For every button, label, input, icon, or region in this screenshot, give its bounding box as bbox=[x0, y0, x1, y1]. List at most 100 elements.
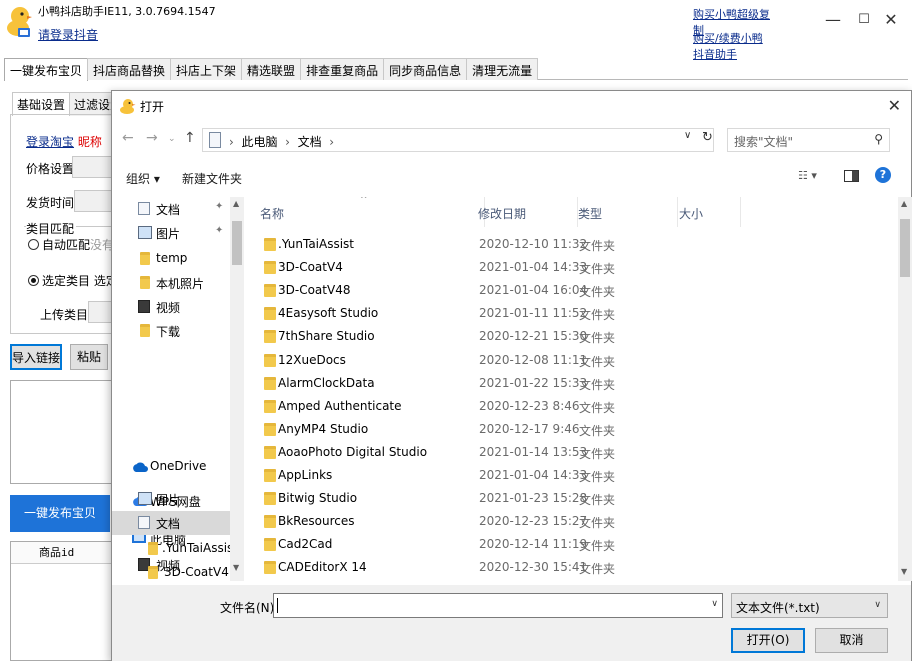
file-row[interactable]: 3D-CoatV4 2021-01-04 14:33 文件夹 bbox=[248, 256, 898, 279]
back-arrow-icon[interactable]: ← bbox=[122, 130, 134, 146]
maximize-icon[interactable]: ☐ bbox=[853, 10, 875, 30]
preview-pane-icon[interactable] bbox=[844, 170, 859, 182]
column-name[interactable]: 名称 bbox=[260, 197, 485, 227]
file-row[interactable]: 4Easysoft Studio 2021-01-11 11:52 文件夹 bbox=[248, 302, 898, 325]
tab-shelf[interactable]: 抖店上下架 bbox=[170, 58, 243, 80]
folder-icon bbox=[264, 492, 276, 506]
file-row[interactable]: BkResources 2020-12-23 15:27 文件夹 bbox=[248, 510, 898, 533]
nav-item-local-photos[interactable]: 本机照片 bbox=[112, 271, 230, 295]
view-options-icon[interactable]: ☷ ▾ bbox=[798, 169, 817, 182]
scroll-up-icon[interactable]: ▲ bbox=[901, 199, 907, 208]
login-taobao-link[interactable]: 登录淘宝 bbox=[26, 135, 74, 149]
pin-icon[interactable]: ✦ bbox=[215, 225, 223, 236]
filename-input[interactable]: ∨ bbox=[273, 593, 723, 618]
file-row[interactable]: CADEditorX 14 2020-12-30 15:41 文件夹 bbox=[248, 556, 898, 579]
document-icon bbox=[138, 202, 150, 215]
folder-icon bbox=[148, 566, 158, 579]
organize-button[interactable]: 组织 ▾ bbox=[126, 170, 160, 187]
file-type: 文件夹 bbox=[579, 331, 616, 346]
nav-scrollbar[interactable]: ▲ bbox=[230, 197, 244, 487]
file-name: Cad2Cad bbox=[278, 537, 333, 552]
file-row[interactable]: AlarmClockData 2021-01-22 15:33 文件夹 bbox=[248, 372, 898, 395]
price-input[interactable] bbox=[72, 156, 114, 178]
radio-select-icon[interactable] bbox=[28, 275, 39, 286]
help-icon[interactable]: ? bbox=[875, 167, 891, 183]
tab-clean[interactable]: 清理无流量 bbox=[466, 58, 539, 80]
filetype-select[interactable]: 文本文件(*.txt) ∨ bbox=[731, 593, 888, 618]
file-row[interactable]: AppLinks 2021-01-04 14:33 文件夹 bbox=[248, 464, 898, 487]
ship-time-input[interactable] bbox=[74, 190, 114, 212]
breadcrumb-documents[interactable]: 文档 bbox=[298, 135, 322, 149]
import-link-button[interactable]: 导入链接 bbox=[10, 344, 62, 370]
address-bar[interactable]: › 此电脑 › 文档 › bbox=[202, 128, 714, 152]
nav-item-downloads[interactable]: 下载 bbox=[112, 319, 230, 343]
file-row[interactable]: .YunTaiAssist 2020-12-10 11:32 文件夹 bbox=[248, 233, 898, 256]
file-row[interactable]: Amped Authenticate 2020-12-23 8:46 文件夹 bbox=[248, 395, 898, 418]
scroll-down-icon[interactable]: ▼ bbox=[233, 563, 239, 572]
file-row[interactable]: Bitwig Studio 2021-01-23 15:28 文件夹 bbox=[248, 487, 898, 510]
publish-button[interactable]: 一键发布宝贝 bbox=[10, 495, 110, 532]
folder-icon bbox=[148, 542, 158, 555]
tab-duplicates[interactable]: 排查重复商品 bbox=[300, 58, 385, 80]
app-window: 小鸭抖店助手IE11, 3.0.7694.1547 请登录抖音 购买小鸭超级复制… bbox=[0, 0, 912, 661]
radio-auto-icon[interactable] bbox=[28, 239, 39, 250]
login-douyin-link[interactable]: 请登录抖音 bbox=[38, 26, 98, 43]
scroll-down-icon[interactable]: ▼ bbox=[901, 567, 907, 576]
nav-scroll-thumb[interactable] bbox=[232, 221, 242, 265]
links-textarea[interactable] bbox=[10, 380, 114, 484]
nav-item-documents[interactable]: 文档 ✦ bbox=[112, 197, 230, 221]
dialog-close-icon[interactable]: ✕ bbox=[888, 96, 901, 115]
search-input[interactable]: 搜索"文档" ⚲ bbox=[727, 128, 890, 152]
file-scroll-thumb[interactable] bbox=[900, 219, 910, 277]
nav-item-videos[interactable]: 视频 bbox=[112, 295, 230, 319]
nav-item-pc-pictures[interactable]: 图片 bbox=[112, 487, 230, 511]
up-arrow-icon[interactable]: ↑ bbox=[184, 130, 196, 146]
nav-item-pc-documents[interactable]: 文档 bbox=[112, 511, 230, 535]
paste-button[interactable]: 粘贴 bbox=[70, 344, 108, 370]
tab-publish[interactable]: 一键发布宝贝 bbox=[4, 58, 89, 81]
file-row[interactable]: AnyMP4 Studio 2020-12-17 9:46 文件夹 bbox=[248, 418, 898, 441]
file-row[interactable]: 3D-CoatV48 2021-01-04 16:04 文件夹 bbox=[248, 279, 898, 302]
search-icon[interactable]: ⚲ bbox=[874, 132, 883, 146]
filetype-dropdown-icon[interactable]: ∨ bbox=[874, 600, 881, 610]
file-row[interactable]: 7thShare Studio 2020-12-21 15:30 文件夹 bbox=[248, 325, 898, 348]
recent-dropdown-icon[interactable]: ⌄ bbox=[168, 134, 176, 144]
picture-icon bbox=[138, 492, 152, 505]
tab-alliance[interactable]: 精选联盟 bbox=[241, 58, 302, 80]
close-icon[interactable]: ✕ bbox=[880, 10, 902, 30]
breadcrumb-this-pc[interactable]: 此电脑 bbox=[241, 135, 277, 149]
tab-basic-settings[interactable]: 基础设置 bbox=[12, 92, 71, 116]
file-row[interactable]: Cad2Cad 2020-12-14 11:19 文件夹 bbox=[248, 533, 898, 556]
new-folder-button[interactable]: 新建文件夹 bbox=[182, 170, 242, 187]
column-date[interactable]: 修改日期 bbox=[478, 197, 578, 227]
pin-icon[interactable]: ✦ bbox=[215, 201, 223, 212]
file-scrollbar[interactable]: ▲ ▼ bbox=[898, 197, 912, 581]
file-row[interactable]: AoaoPhoto Digital Studio 2021-01-14 13:53… bbox=[248, 441, 898, 464]
minimize-icon[interactable]: — bbox=[822, 10, 844, 30]
address-dropdown-icon[interactable]: ∨ bbox=[684, 130, 691, 141]
file-row[interactable]: 12XueDocs 2020-12-08 11:11 文件夹 bbox=[248, 349, 898, 372]
open-button[interactable]: 打开(O) bbox=[731, 628, 805, 653]
file-row-partial[interactable] bbox=[248, 580, 898, 582]
forward-arrow-icon[interactable]: → bbox=[146, 130, 158, 146]
nav-item-3dcoatv4[interactable]: 3D-CoatV4 bbox=[112, 561, 230, 581]
file-type: 文件夹 bbox=[579, 308, 616, 323]
nav-item-yuntaiassist[interactable]: .YunTaiAssist bbox=[112, 537, 238, 561]
nav-scrollbar-lower[interactable]: ▼ bbox=[230, 487, 244, 581]
column-type[interactable]: 类型 bbox=[578, 197, 678, 227]
scroll-up-icon[interactable]: ▲ bbox=[233, 199, 239, 208]
nav-item-pictures[interactable]: 图片 ✦ bbox=[112, 221, 230, 245]
refresh-icon[interactable]: ↻ bbox=[702, 130, 713, 145]
tab-replace[interactable]: 抖店商品替换 bbox=[87, 58, 172, 80]
nickname-label: 昵称 bbox=[77, 135, 102, 149]
cancel-button[interactable]: 取消 bbox=[815, 628, 888, 653]
product-table: 商品id bbox=[10, 541, 114, 661]
nav-item-onedrive[interactable]: OneDrive bbox=[112, 455, 230, 479]
radio-select-category[interactable]: 选定类目 选定 bbox=[28, 272, 118, 289]
filename-dropdown-icon[interactable]: ∨ bbox=[711, 599, 718, 609]
tab-sync[interactable]: 同步商品信息 bbox=[383, 58, 468, 80]
breadcrumb: › 此电脑 › 文档 › bbox=[229, 135, 335, 149]
nav-item-temp[interactable]: temp bbox=[112, 247, 230, 271]
folder-icon bbox=[264, 284, 276, 298]
column-size[interactable]: 大小 bbox=[679, 197, 741, 227]
